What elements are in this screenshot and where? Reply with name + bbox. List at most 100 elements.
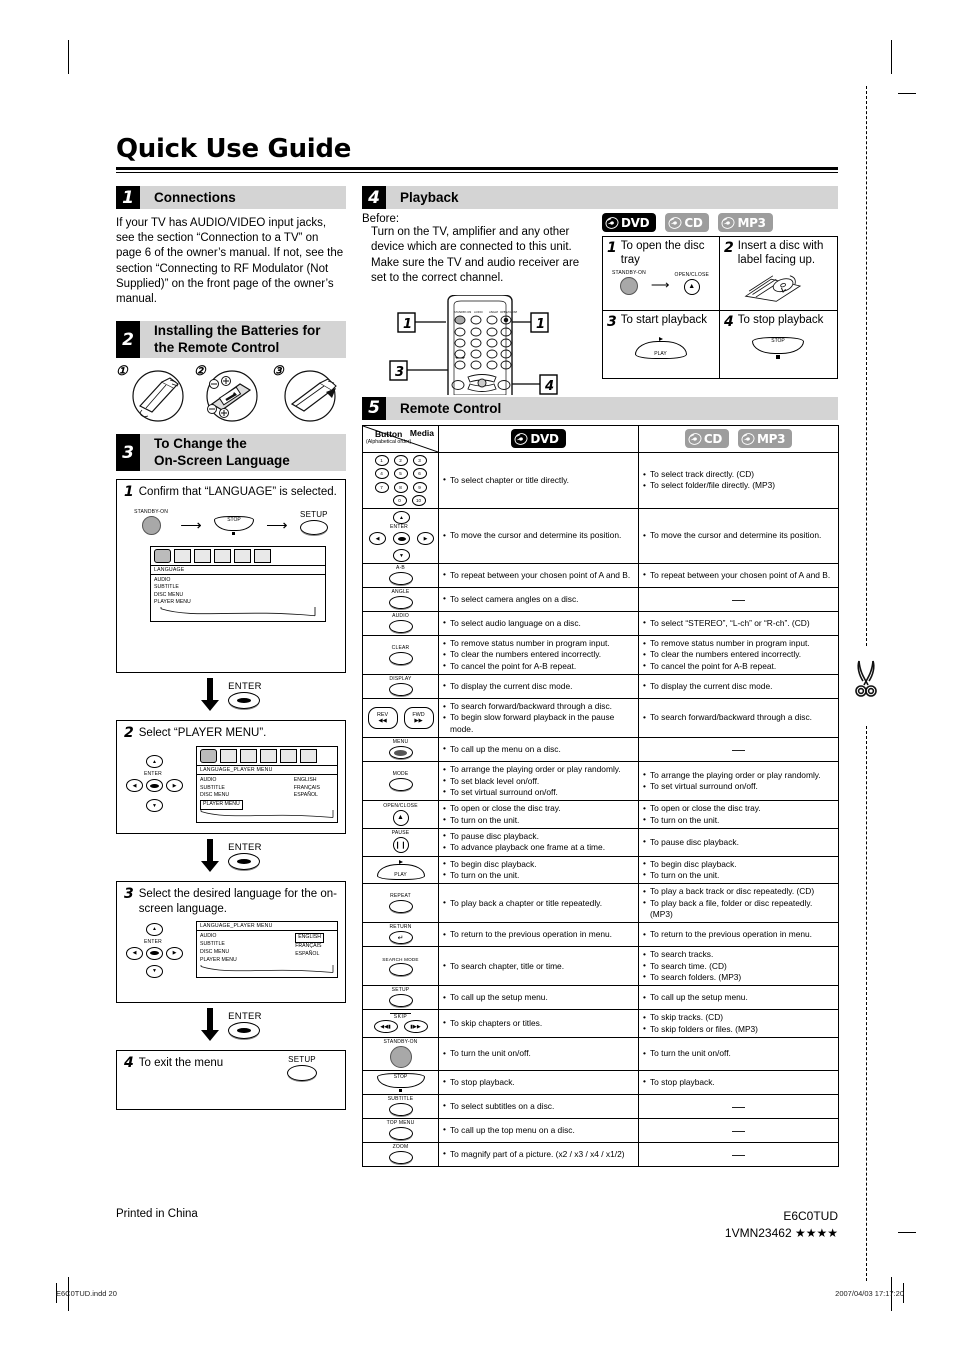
disc-icon-cd	[668, 216, 682, 229]
display-key-label: DISPLAY	[389, 676, 412, 683]
cut-dashed-line-lower	[866, 726, 867, 1281]
playback-openclose-icon: ▲	[683, 278, 700, 295]
button-cell-pause: PAUSE ❙❙	[362, 827, 439, 857]
language-step-4-head: 4 To exit the menu	[124, 1056, 266, 1071]
language-step-3-text: Select the desired language for the on-s…	[138, 888, 337, 915]
battery-step-3: ③	[272, 363, 344, 424]
cdmp3-cell-17: To skip tracks. (CD)To skip folders or f…	[638, 1009, 839, 1038]
table-row: DISPLAY To display the current disc mode…	[362, 674, 839, 700]
return-key-icon: ↵	[388, 931, 413, 945]
dvd-cell-5: To remove status number in program input…	[438, 635, 639, 676]
cdmp3-cell-11: To pause disc playback.	[638, 827, 839, 857]
dvd-cell-21: To call up the top menu on a disc.	[438, 1118, 639, 1143]
dvd-cell-20: To select subtitles on a disc.	[438, 1094, 639, 1119]
clear-key-icon	[388, 651, 413, 665]
page-title-block: Quick Use Guide	[116, 136, 838, 173]
cursor-left-icon: ◀	[369, 532, 386, 546]
svg-text:1: 1	[403, 317, 412, 332]
osd-torn-edge-1	[160, 606, 316, 617]
dvd-cell-9: To arrange the playing order or play ran…	[438, 761, 639, 802]
table-row: RETURN ↵ To return to the previous opera…	[362, 922, 839, 948]
dvd-cell-1: To move the cursor and determine its pos…	[438, 508, 639, 565]
enter-key-icon-1	[228, 692, 261, 710]
disc-icon-mp3	[722, 216, 735, 229]
nav-enter-icon-3	[146, 946, 163, 960]
search-mode-key-label: SEARCH MODE	[382, 956, 419, 962]
osd-network-icon-2	[280, 748, 297, 763]
media-logo-dvd-label: DVD	[621, 215, 650, 230]
cdmp3-cell-6: To display the current disc mode.	[638, 674, 839, 700]
battery-insert-illustration-3	[284, 370, 337, 422]
osd-icon-bar-2	[197, 747, 337, 766]
button-cell-setup: SETUP	[362, 985, 439, 1011]
stop-key-label: STOP	[227, 516, 241, 523]
ab-key-label: A-B	[396, 565, 405, 572]
table-row: TOP MENU To call up the top menu on a di…	[362, 1118, 839, 1143]
dvd-cell-14: To return to the previous operation in m…	[438, 922, 639, 948]
skip-prev-icon: ◀◀▮	[373, 1020, 398, 1034]
dvd-cell-12: To begin disc playback.To turn on the un…	[438, 855, 639, 885]
playback-cell-1: 1 To open the disc tray STANDBY-ON ⟶ OPE…	[603, 237, 720, 311]
setup-key-label-1: SETUP	[300, 509, 328, 519]
cdmp3-cell-5: To remove status number in program input…	[638, 635, 839, 676]
nav-up-icon-2: ▲	[146, 755, 163, 769]
footer-printed-in: Printed in China	[116, 1208, 198, 1220]
cursor-enter-label: ENTER	[390, 524, 408, 531]
table-header-cd-mp3: CD MP3	[638, 424, 839, 453]
angle-key-icon	[388, 596, 413, 610]
svg-text:AUDIO: AUDIO	[474, 310, 483, 314]
arrow-right-icon-2: ⟶	[266, 516, 288, 534]
osd-display-icon	[174, 548, 191, 563]
table-row: REV◀◀ FWD▶▶ To search forward/backward t…	[362, 698, 839, 739]
right-column: 4 Playback Before: Turn on the TV, ampli…	[362, 186, 839, 1167]
button-cell-top-menu: TOP MENU	[362, 1118, 439, 1143]
table-row: ANGLE To select camera angles on a disc.…	[362, 587, 839, 613]
nav-down-icon-3: ▼	[146, 964, 163, 978]
button-cell-number-keys: 123 456 789 0 10	[362, 451, 439, 510]
playback-media-logos: DVD CD MP3	[602, 213, 838, 232]
audio-key-label: AUDIO	[392, 613, 409, 620]
rev-fwd-keys-icon: REV ◀◀ FWD ▶▶	[367, 707, 434, 730]
osd-item-discmenu-1: DISC MENU	[154, 591, 184, 598]
button-cell-display: DISPLAY	[362, 674, 439, 700]
osd-language-menu-1: LANGUAGE AUDIO SUBTITLE DISC MENU PLAYER…	[150, 545, 326, 622]
dvd-cell-4: To select audio language on a disc.	[438, 611, 639, 637]
setup-key-icon-table	[388, 994, 413, 1008]
insert-disc-illustration	[724, 269, 832, 308]
nav-left-icon-3: ◀	[126, 946, 143, 960]
battery-steps: ① ② ③	[116, 363, 346, 424]
osd-body-3: AUDIO SUBTITLE DISC MENU PLAYER MENU ENG…	[197, 931, 337, 964]
osd-body-2: AUDIO SUBTITLE DISC MENU PLAYER MENU ENG…	[197, 775, 337, 810]
skip-next-icon: ▮▶▶	[403, 1020, 428, 1034]
section-number-5: 5	[362, 396, 386, 420]
section-title-playback: Playback	[386, 186, 838, 209]
button-cell-rev-fwd: REV ◀◀ FWD ▶▶	[362, 698, 439, 739]
dvd-cell-11: To pause disc playback.To advance playba…	[438, 827, 639, 857]
zoom-key-icon	[388, 1151, 413, 1164]
language-step-3-number: 3	[124, 886, 134, 903]
osd2-value-english: ENGLISH	[293, 776, 317, 783]
playback-cell-1-text: To open the disc tray	[620, 240, 705, 266]
language-step-2-box: 2 Select “PLAYER MENU”. ▲ ENTER ◀ ▶ ▼ LA…	[116, 720, 346, 835]
cdmp3-cell-7: To search forward/backward through a dis…	[638, 698, 839, 739]
footer-model-code: E6C0TUD	[783, 1209, 838, 1223]
header-logo-dvd-label: DVD	[530, 431, 559, 446]
nav-down-icon-2: ▼	[146, 799, 163, 813]
disc-icon-header-dvd	[514, 432, 528, 445]
button-cell-repeat: REPEAT	[362, 883, 439, 924]
table-row: STOP To stop playback. To stop playback.	[362, 1070, 839, 1095]
pause-key-label: PAUSE	[391, 830, 410, 837]
playback-cell-1-head: 1 To open the disc tray	[607, 240, 714, 268]
playback-cell-3-text: To start playback	[620, 313, 708, 326]
setup-key-label-table: SETUP	[391, 987, 410, 994]
audio-key-icon	[388, 620, 413, 634]
playback-standbyon-icon	[619, 276, 638, 295]
osd3-value-francais: FRANÇAIS	[295, 943, 322, 950]
section-title-language: To Change the On-Screen Language	[140, 434, 346, 472]
remote-illustration: 1 1 3 4 STANDBY-ON AUDIO ANGLE OPEN/CLOS…	[362, 294, 594, 398]
button-cell-mode: MODE	[362, 761, 439, 802]
playback-openclose-label: OPEN/CLOSE	[674, 271, 710, 278]
playback-stop-key-group: STOP	[724, 337, 832, 359]
cdmp3-cell-4: To select “STEREO”, “L-ch” or “R-ch”. (C…	[638, 611, 839, 637]
button-cell-menu: MENU	[362, 737, 439, 763]
